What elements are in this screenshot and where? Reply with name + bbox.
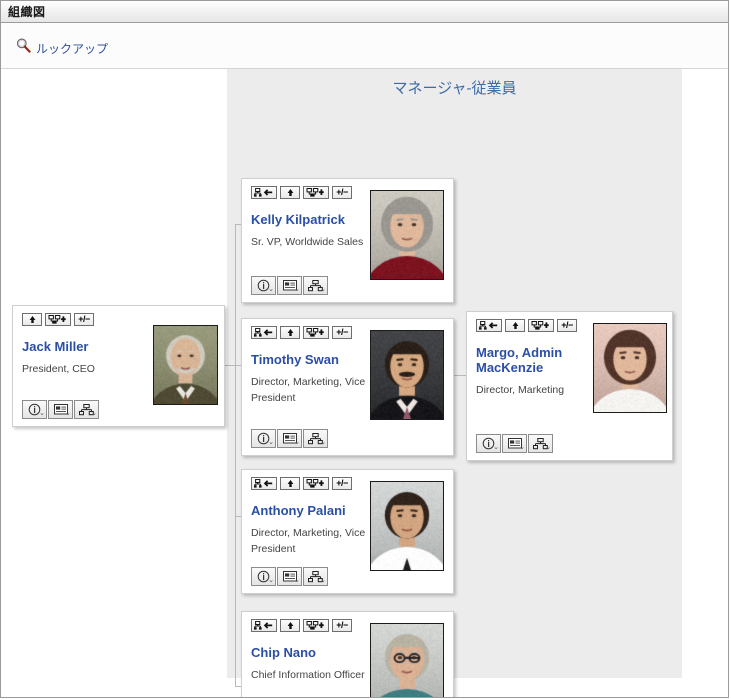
window-title-bar: 組織図 — [1, 1, 728, 23]
info-button[interactable]: ⌄ — [251, 429, 276, 448]
expand-collapse-label: +/− — [336, 188, 348, 197]
goto-manager-button[interactable] — [251, 326, 277, 339]
card-action-strip: ⌄ ⌄ ⌄ — [251, 276, 328, 295]
person-title: President, CEO — [22, 361, 145, 377]
details-card-button[interactable]: ⌄ — [277, 429, 302, 448]
info-button[interactable]: ⌄ — [476, 434, 501, 453]
add-node-button[interactable] — [303, 477, 329, 490]
lookup-label: ルックアップ — [36, 40, 108, 57]
person-name[interactable]: Kelly Kilpatrick — [251, 212, 371, 227]
org-chart-button[interactable]: ⌄ — [74, 400, 99, 419]
org-chart-window: 組織図 ルックアップ マネージャ-従業員 +/− Jack Miller Pre… — [0, 0, 729, 698]
move-up-button[interactable] — [22, 313, 42, 326]
expand-collapse-label: +/− — [336, 479, 348, 488]
connector-stub-margo — [453, 375, 466, 376]
person-name[interactable]: Timothy Swan — [251, 352, 371, 367]
add-node-button[interactable] — [303, 186, 329, 199]
card-action-strip: ⌄ ⌄ ⌄ — [476, 434, 553, 453]
card-action-strip: ⌄ ⌄ ⌄ — [22, 400, 99, 419]
expand-collapse-label: +/− — [336, 621, 348, 630]
avatar — [593, 323, 667, 413]
details-card-button[interactable]: ⌄ — [48, 400, 73, 419]
goto-manager-button[interactable] — [476, 319, 502, 332]
avatar — [370, 623, 444, 698]
expand-collapse-label: +/− — [561, 321, 573, 330]
person-name[interactable]: Chip Nano — [251, 645, 371, 660]
avatar — [370, 330, 444, 420]
expand-collapse-button[interactable]: +/− — [557, 319, 577, 332]
add-node-button[interactable] — [528, 319, 554, 332]
person-name[interactable]: Margo, Admin MacKenzie — [476, 345, 581, 375]
info-caret-icon: ⌄ — [268, 577, 274, 584]
person-card-kelly-kilpatrick[interactable]: +/− Kelly Kilpatrick Sr. VP, Worldwide S… — [241, 178, 454, 303]
person-title: Director, Marketing — [476, 382, 599, 398]
info-caret-icon: ⌄ — [268, 439, 274, 446]
person-card-jack-miller[interactable]: +/− Jack Miller President, CEO ⌄ ⌄ ⌄ — [12, 305, 225, 427]
move-up-button[interactable] — [280, 186, 300, 199]
goto-manager-button[interactable] — [251, 186, 277, 199]
details-caret-icon: ⌄ — [65, 410, 71, 417]
expand-collapse-button[interactable]: +/− — [74, 313, 94, 326]
card-action-strip: ⌄ ⌄ ⌄ — [251, 429, 328, 448]
expand-collapse-button[interactable]: +/− — [332, 326, 352, 339]
card-action-strip: ⌄ ⌄ ⌄ — [251, 567, 328, 586]
expand-collapse-button[interactable]: +/− — [332, 619, 352, 632]
add-node-button[interactable] — [303, 326, 329, 339]
lookup-button[interactable]: ルックアップ — [15, 37, 108, 54]
move-up-button[interactable] — [280, 619, 300, 632]
expand-collapse-label: +/− — [78, 315, 90, 324]
move-up-button[interactable] — [280, 326, 300, 339]
avatar — [153, 325, 218, 405]
person-title: Chief Information Officer — [251, 667, 374, 683]
org-caret-icon: ⌄ — [320, 577, 326, 584]
details-card-button[interactable]: ⌄ — [277, 276, 302, 295]
avatar — [370, 190, 444, 280]
org-caret-icon: ⌄ — [320, 286, 326, 293]
info-caret-icon: ⌄ — [39, 410, 45, 417]
person-title: Director, Marketing, Vice President — [251, 525, 374, 557]
org-caret-icon: ⌄ — [320, 439, 326, 446]
details-card-button[interactable]: ⌄ — [277, 567, 302, 586]
person-name[interactable]: Anthony Palani — [251, 503, 371, 518]
expand-collapse-button[interactable]: +/− — [332, 477, 352, 490]
person-card-timothy-swan[interactable]: +/− Timothy Swan Director, Marketing, Vi… — [241, 318, 454, 456]
org-chart-button[interactable]: ⌄ — [303, 276, 328, 295]
org-caret-icon: ⌄ — [545, 444, 551, 451]
info-button[interactable]: ⌄ — [22, 400, 47, 419]
details-card-button[interactable]: ⌄ — [502, 434, 527, 453]
page-title: 組織図 — [8, 3, 46, 20]
info-button[interactable]: ⌄ — [251, 567, 276, 586]
chart-canvas: マネージャ-従業員 +/− Jack Miller President, CEO… — [1, 69, 728, 698]
org-chart-button[interactable]: ⌄ — [528, 434, 553, 453]
person-card-anthony-palani[interactable]: +/− Anthony Palani Director, Marketing, … — [241, 469, 454, 594]
info-caret-icon: ⌄ — [268, 286, 274, 293]
details-caret-icon: ⌄ — [519, 444, 525, 451]
add-node-button[interactable] — [303, 619, 329, 632]
person-title: Sr. VP, Worldwide Sales — [251, 234, 374, 250]
search-icon — [15, 37, 32, 54]
toolbar: ルックアップ — [1, 23, 728, 69]
person-name[interactable]: Jack Miller — [22, 339, 142, 354]
org-chart-button[interactable]: ⌄ — [303, 429, 328, 448]
expand-collapse-label: +/− — [336, 328, 348, 337]
connector-trunk — [235, 224, 236, 687]
person-title: Director, Marketing, Vice President — [251, 374, 374, 406]
person-card-margo-admin-mackenzie[interactable]: +/− Margo, Admin MacKenzie Director, Mar… — [466, 311, 673, 461]
org-caret-icon: ⌄ — [91, 410, 97, 417]
info-caret-icon: ⌄ — [493, 444, 499, 451]
panel-title: マネージャ-従業員 — [227, 77, 682, 98]
person-card-chip-nano[interactable]: +/− Chip Nano Chief Information Officer — [241, 611, 454, 698]
org-chart-button[interactable]: ⌄ — [303, 567, 328, 586]
details-caret-icon: ⌄ — [294, 286, 300, 293]
goto-manager-button[interactable] — [251, 619, 277, 632]
expand-collapse-button[interactable]: +/− — [332, 186, 352, 199]
add-node-button[interactable] — [45, 313, 71, 326]
goto-manager-button[interactable] — [251, 477, 277, 490]
avatar — [370, 481, 444, 571]
details-caret-icon: ⌄ — [294, 577, 300, 584]
move-up-button[interactable] — [505, 319, 525, 332]
info-button[interactable]: ⌄ — [251, 276, 276, 295]
details-caret-icon: ⌄ — [294, 439, 300, 446]
move-up-button[interactable] — [280, 477, 300, 490]
